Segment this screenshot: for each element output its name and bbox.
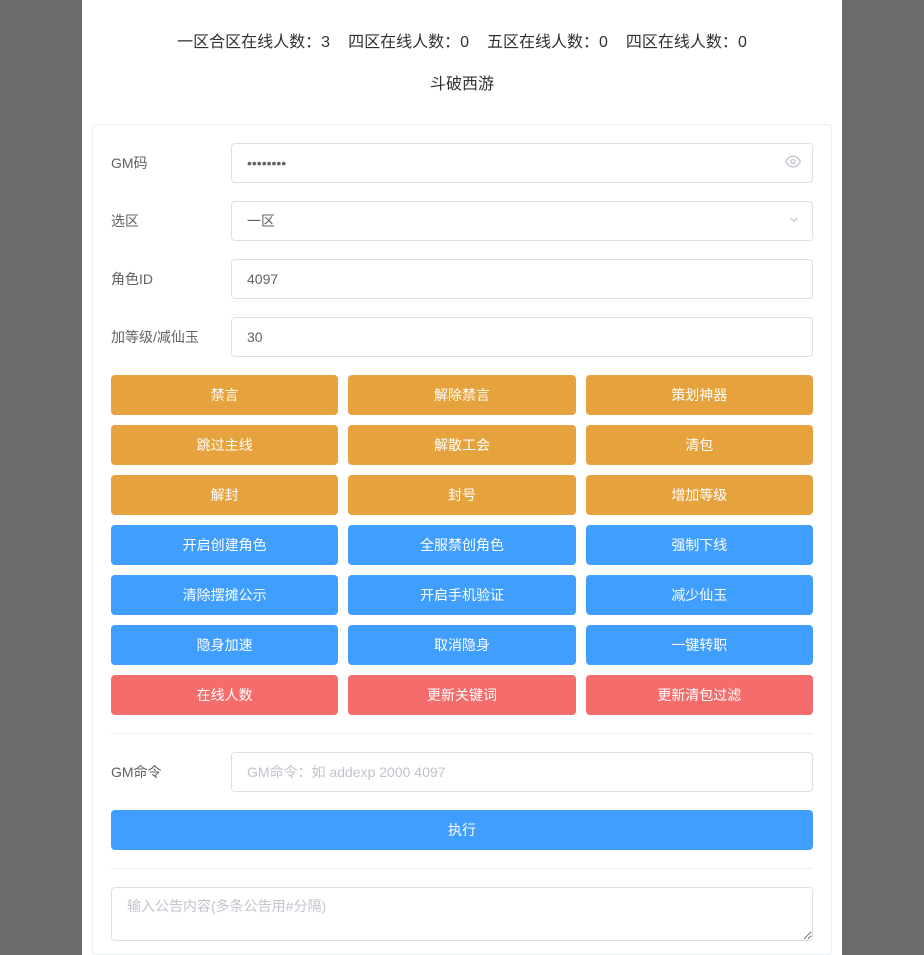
disband-guild-button[interactable]: 解散工会 [348, 425, 575, 465]
page-container: 一区合区在线人数：3 四区在线人数：0 五区在线人数：0 四区在线人数：0 斗破… [82, 0, 842, 955]
gm-cmd-label: GM命令 [111, 762, 231, 782]
force-offline-button[interactable]: 强制下线 [586, 525, 813, 565]
global-disable-create-button[interactable]: 全服禁创角色 [348, 525, 575, 565]
reduce-jade-button[interactable]: 减少仙玉 [586, 575, 813, 615]
skip-mainline-button[interactable]: 跳过主线 [111, 425, 338, 465]
clear-bag-button[interactable]: 清包 [586, 425, 813, 465]
page-title: 斗破西游 [102, 70, 822, 94]
online-count-button[interactable]: 在线人数 [111, 675, 338, 715]
zone-row: 选区 [111, 201, 813, 241]
role-id-label: 角色ID [111, 269, 231, 289]
divider [111, 733, 813, 734]
planner-weapon-button[interactable]: 策划神器 [586, 375, 813, 415]
execute-button[interactable]: 执行 [111, 810, 813, 850]
gm-code-input[interactable] [231, 143, 813, 183]
enable-phone-verify-button[interactable]: 开启手机验证 [348, 575, 575, 615]
announce-textarea[interactable] [111, 887, 813, 941]
enable-create-role-button[interactable]: 开启创建角色 [111, 525, 338, 565]
update-clearbag-filter-button[interactable]: 更新清包过滤 [586, 675, 813, 715]
cancel-stealth-button[interactable]: 取消隐身 [348, 625, 575, 665]
level-label: 加等级/减仙玉 [111, 327, 231, 347]
stealth-speed-button[interactable]: 隐身加速 [111, 625, 338, 665]
button-grid: 禁言 解除禁言 策划神器 跳过主线 解散工会 清包 解封 封号 增加等级 开启创… [111, 375, 813, 715]
one-click-job-change-button[interactable]: 一键转职 [586, 625, 813, 665]
zone-label: 选区 [111, 211, 231, 231]
stat-item: 四区在线人数：0 [626, 28, 747, 52]
level-row: 加等级/减仙玉 [111, 317, 813, 357]
role-id-row: 角色ID [111, 259, 813, 299]
unban-button[interactable]: 解封 [111, 475, 338, 515]
add-level-button[interactable]: 增加等级 [586, 475, 813, 515]
gm-code-label: GM码 [111, 153, 231, 173]
ban-button[interactable]: 封号 [348, 475, 575, 515]
level-input[interactable] [231, 317, 813, 357]
header: 一区合区在线人数：3 四区在线人数：0 五区在线人数：0 四区在线人数：0 斗破… [82, 0, 842, 124]
stat-item: 四区在线人数：0 [348, 28, 469, 52]
clear-stall-notice-button[interactable]: 清除摆摊公示 [111, 575, 338, 615]
gm-cmd-input[interactable] [231, 752, 813, 792]
role-id-input[interactable] [231, 259, 813, 299]
mute-button[interactable]: 禁言 [111, 375, 338, 415]
gm-cmd-row: GM命令 [111, 752, 813, 792]
zone-select[interactable] [231, 201, 813, 241]
eye-icon[interactable] [785, 154, 801, 173]
stat-item: 五区在线人数：0 [487, 28, 608, 52]
main-panel: GM码 选区 角色ID 加等级/减仙玉 [92, 124, 832, 955]
stat-item: 一区合区在线人数：3 [177, 28, 330, 52]
gm-code-row: GM码 [111, 143, 813, 183]
update-keywords-button[interactable]: 更新关键词 [348, 675, 575, 715]
unmute-button[interactable]: 解除禁言 [348, 375, 575, 415]
online-stats: 一区合区在线人数：3 四区在线人数：0 五区在线人数：0 四区在线人数：0 [102, 28, 822, 52]
divider [111, 868, 813, 869]
